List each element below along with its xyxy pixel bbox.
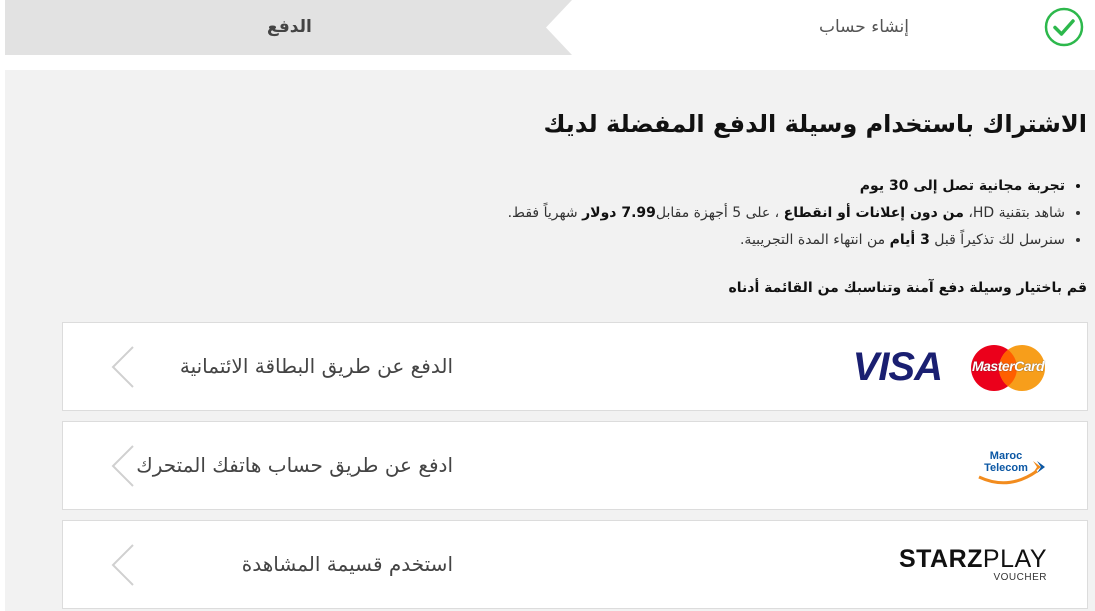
payment-panel: الاشتراك باستخدام وسيلة الدفع المفضلة لد…: [5, 70, 1095, 611]
benefit-free-trial: تجربة مجانية تصل إلى 30 يوم: [407, 173, 1065, 200]
step-payment: الدفع: [267, 17, 312, 37]
step-create-account[interactable]: إنشاء حساب: [819, 0, 909, 55]
payment-option-label: ادفع عن طريق حساب هاتفك المتحرك: [136, 453, 453, 477]
steps-background: [5, 0, 1095, 55]
payment-option-credit-card[interactable]: MasterCard VISA الدفع عن طريق البطاقة ال…: [62, 322, 1088, 411]
payment-option-mobile[interactable]: Maroc Telecom ادفع عن طريق حساب هاتفك ال…: [62, 421, 1088, 510]
benefits-list: تجربة مجانية تصل إلى 30 يوم شاهد بتقنية …: [407, 173, 1087, 254]
benefit-hd-no-ads: شاهد بتقنية HD، من دون إعلانات أو انقطاع…: [407, 200, 1065, 227]
chevron-left-icon: [111, 346, 134, 388]
mastercard-logo: MasterCard: [969, 344, 1047, 392]
visa-logo: VISA: [852, 345, 943, 389]
checkout-steps: إنشاء حساب الدفع: [5, 0, 1095, 55]
payment-option-label: استخدم قسيمة المشاهدة: [241, 552, 453, 576]
operator-logos: Maroc Telecom: [967, 422, 1047, 509]
payment-option-voucher[interactable]: STARZPLAY VOUCHER استخدم قسيمة المشاهدة: [62, 520, 1088, 609]
starzplay-voucher-logo: STARZPLAY VOUCHER: [898, 545, 1047, 583]
chevron-left-icon: [111, 544, 134, 586]
payment-instruction: قم باختيار وسيلة دفع آمنة وتناسبك من الق…: [728, 280, 1087, 296]
maroc-telecom-logo: Maroc Telecom: [975, 447, 1047, 487]
chevron-left-icon: [111, 445, 134, 487]
card-logos: MasterCard VISA: [847, 323, 1047, 410]
payment-option-label: الدفع عن طريق البطاقة الائتمانية: [179, 354, 453, 378]
benefit-reminder: سنرسل لك تذكيراً قبل 3 أيام من انتهاء ال…: [407, 227, 1065, 254]
page-title: الاشتراك باستخدام وسيلة الدفع المفضلة لد…: [543, 110, 1087, 138]
step-completed-check-icon: [1044, 7, 1084, 47]
voucher-logos: STARZPLAY VOUCHER: [897, 521, 1047, 608]
